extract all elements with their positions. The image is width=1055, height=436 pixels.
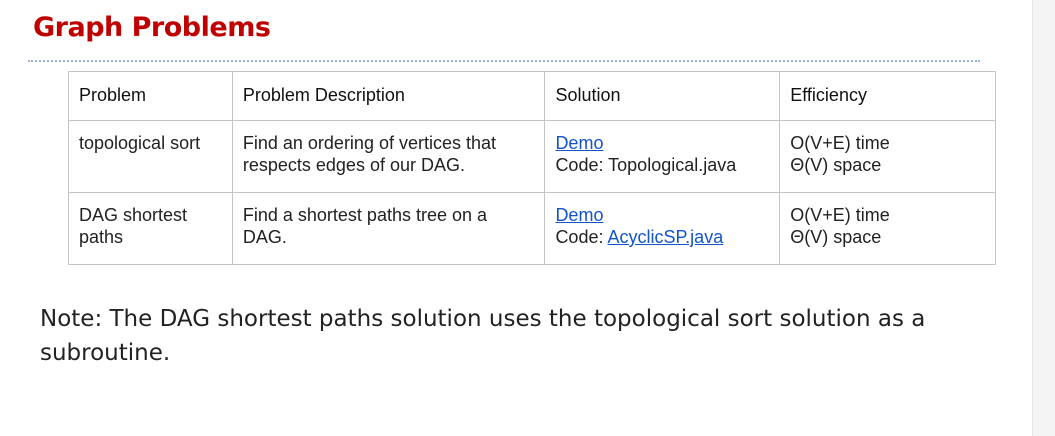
code-label: Code: <box>555 155 609 175</box>
demo-link[interactable]: Demo <box>555 133 603 153</box>
cell-description: Find a shortest paths tree on a DAG. <box>231 192 546 265</box>
cell-efficiency: O(V+E) time Θ(V) space <box>779 192 996 265</box>
cell-efficiency: O(V+E) time Θ(V) space <box>779 120 996 193</box>
header-solution: Solution <box>544 71 781 121</box>
table-row: DAG shortest paths Find a shortest paths… <box>68 192 996 265</box>
table-row: topological sort Find an ordering of ver… <box>68 120 996 193</box>
space-complexity: Θ(V) space <box>790 227 882 247</box>
cell-description: Find an ordering of vertices that respec… <box>231 120 546 193</box>
code-file-link[interactable]: AcyclicSP.java <box>607 227 723 247</box>
right-scroll-gutter <box>1032 0 1055 436</box>
space-complexity: Θ(V) space <box>790 155 882 175</box>
header-problem: Problem <box>68 71 233 121</box>
slide: Graph Problems Problem Problem Descripti… <box>0 0 1032 436</box>
table-header-row: Problem Problem Description Solution Eff… <box>68 71 996 121</box>
cell-solution: Demo Code: AcyclicSP.java <box>544 192 781 265</box>
code-label: Code: <box>555 227 608 247</box>
slide-title: Graph Problems <box>33 12 271 43</box>
cell-problem: DAG shortest paths <box>68 192 233 265</box>
footnote: Note: The DAG shortest paths solution us… <box>40 306 926 366</box>
header-efficiency: Efficiency <box>779 71 996 121</box>
time-complexity: O(V+E) time <box>790 133 890 153</box>
cell-solution: Demo Code: Topological.java <box>544 120 781 193</box>
time-complexity: O(V+E) time <box>790 205 890 225</box>
graph-problems-table: Problem Problem Description Solution Eff… <box>68 71 996 265</box>
code-filename: Topological.java <box>608 155 737 175</box>
cell-problem: topological sort <box>68 120 233 193</box>
header-problem-description: Problem Description <box>231 71 546 121</box>
demo-link[interactable]: Demo <box>555 205 603 225</box>
title-divider <box>28 60 980 62</box>
